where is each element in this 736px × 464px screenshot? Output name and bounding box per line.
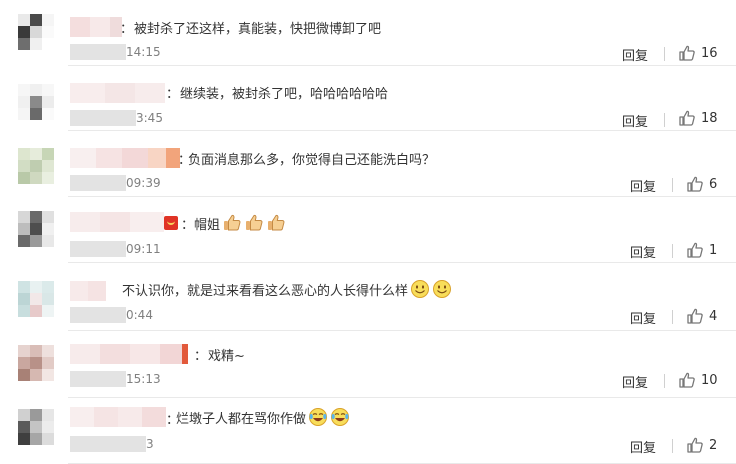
like-button[interactable]: 2 [686, 436, 717, 454]
thumbs-up-icon [679, 110, 695, 126]
like-button[interactable]: 16 [678, 44, 718, 62]
username[interactable] [70, 407, 166, 427]
comment-row: ： 被封杀了还这样，真能装，快把微博卸了吧 14:15 回复 16 [0, 0, 736, 66]
avatar[interactable] [18, 211, 54, 247]
comment-text: 不认识你，就是过来看看这么恶心的人长得什么样 [122, 283, 409, 299]
comment-row: 不认识你，就是过来看看这么恶心的人长得什么样 0:44 回复 4 [0, 263, 736, 331]
comment-text: 帽姐 [194, 217, 221, 233]
like-count: 6 [709, 176, 718, 192]
username[interactable] [70, 17, 122, 37]
username[interactable] [70, 281, 106, 301]
username[interactable] [70, 212, 164, 232]
comment-row: ： 继续装，被封杀了吧，哈哈哈哈哈哈 3:45 回复 18 [0, 66, 736, 131]
reply-button[interactable]: 回复 [630, 242, 656, 261]
comment-row: ： 戏精~ 15:13 回复 10 [0, 331, 736, 398]
like-count: 18 [701, 110, 718, 126]
like-button[interactable]: 18 [678, 109, 718, 127]
avatar[interactable] [18, 148, 54, 184]
comment-time: 14:15 [126, 45, 161, 59]
like-count: 4 [709, 308, 718, 324]
like-count: 10 [701, 372, 718, 388]
username[interactable] [70, 344, 188, 364]
colon: ： [120, 22, 134, 37]
comment-time: 09:39 [126, 176, 161, 190]
laugh-cry-emoji-icon [309, 408, 328, 426]
thumbs-up-icon [679, 372, 695, 388]
comment-time: 15:13 [126, 372, 161, 386]
avatar[interactable] [18, 14, 54, 50]
like-button[interactable]: 4 [686, 307, 717, 325]
smile-emoji-icon [411, 280, 430, 298]
comment-time: 3 [146, 437, 154, 451]
colon: ： [194, 349, 208, 364]
avatar[interactable] [18, 345, 54, 381]
thumbs-up-icon [687, 437, 703, 453]
reply-button[interactable]: 回复 [622, 372, 648, 391]
comment-time: 0:44 [126, 308, 153, 322]
reply-button[interactable]: 回复 [622, 111, 648, 130]
username[interactable] [70, 148, 180, 168]
comment-text: 戏精~ [208, 349, 245, 364]
red-packet-icon [164, 216, 178, 230]
thumbs-up-emoji-icon [268, 214, 285, 231]
thumbs-up-icon [687, 176, 703, 192]
thumbs-up-icon [687, 308, 703, 324]
smile-emoji-icon [433, 280, 452, 298]
laugh-cry-emoji-icon [331, 408, 350, 426]
thumbs-up-icon [687, 242, 703, 258]
like-count: 1 [709, 242, 718, 258]
comment-row: ： 烂墩子人都在骂你作做 3 回复 2 [0, 398, 736, 464]
comment-list: ： 被封杀了还这样，真能装，快把微博卸了吧 14:15 回复 16 ： 继续装，… [0, 0, 736, 464]
like-button[interactable]: 1 [686, 241, 717, 259]
thumbs-up-emoji-icon [246, 214, 263, 231]
avatar[interactable] [18, 84, 54, 120]
comment-row: ： 帽姐 09:11 回复 1 [0, 197, 736, 263]
comment-row: ： 负面消息那么多，你觉得自己还能洗白吗？ 09:39 回复 6 [0, 131, 736, 197]
avatar[interactable] [18, 281, 54, 317]
reply-button[interactable]: 回复 [630, 176, 656, 195]
reply-button[interactable]: 回复 [622, 45, 648, 64]
reply-button[interactable]: 回复 [630, 308, 656, 327]
comment-text: 负面消息那么多，你觉得自己还能洗白吗？ [188, 153, 436, 168]
colon: ： [181, 217, 195, 233]
avatar[interactable] [18, 409, 54, 445]
comment-time: 3:45 [136, 111, 163, 125]
reply-button[interactable]: 回复 [630, 437, 656, 456]
like-button[interactable]: 10 [678, 371, 718, 389]
like-count: 2 [709, 437, 718, 453]
like-count: 16 [701, 45, 718, 61]
thumbs-up-emoji-icon [224, 214, 241, 231]
thumbs-up-icon [679, 45, 695, 61]
comment-text: 烂墩子人都在骂你作做 [176, 411, 307, 427]
comment-time: 09:11 [126, 242, 161, 256]
comment-text: 被封杀了还这样，真能装，快把微博卸了吧 [134, 22, 382, 37]
username[interactable] [70, 83, 165, 103]
colon: ： [166, 87, 180, 102]
comment-text: 继续装，被封杀了吧，哈哈哈哈哈哈 [180, 87, 389, 102]
like-button[interactable]: 6 [686, 175, 717, 193]
